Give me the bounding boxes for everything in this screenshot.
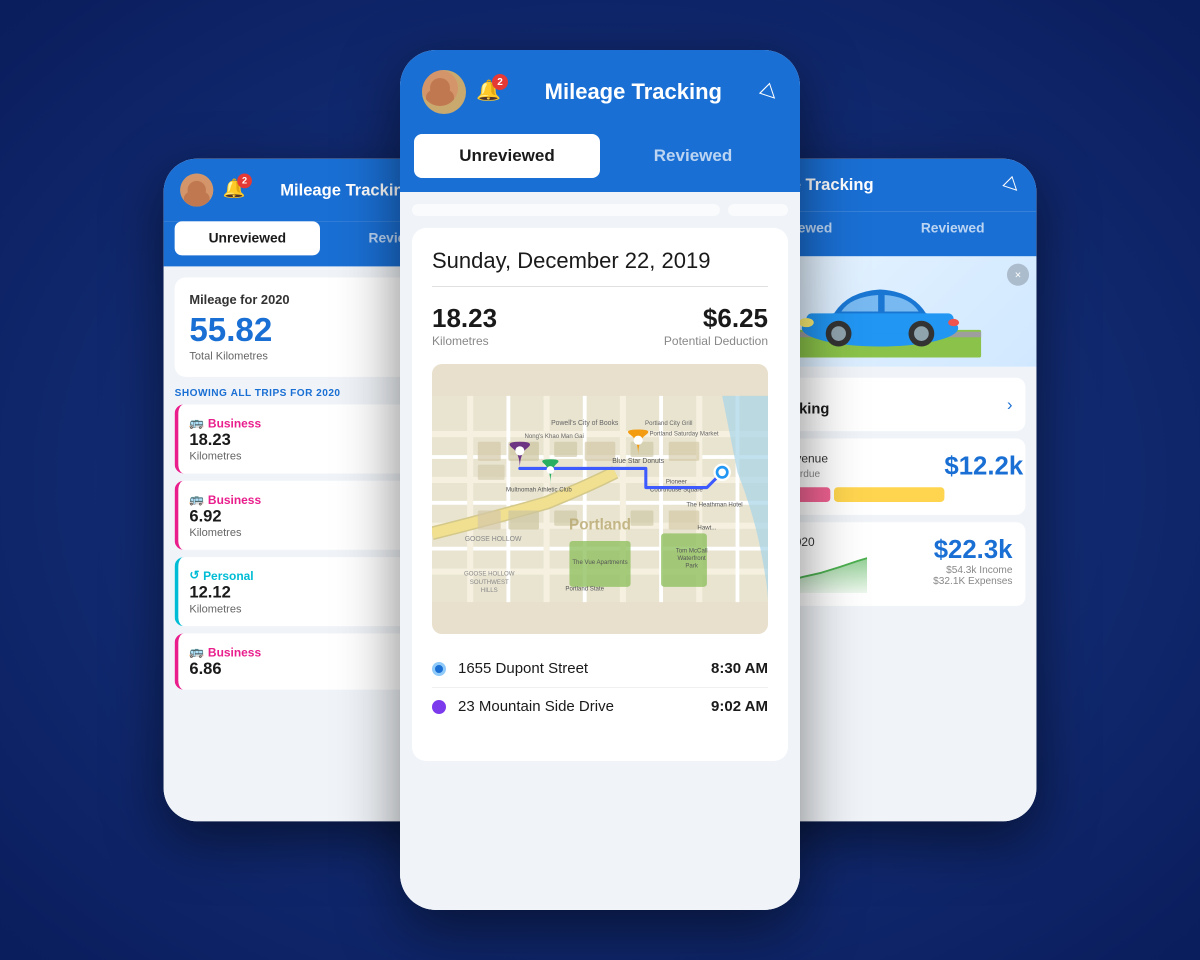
revenue-amount: $12.2k bbox=[944, 451, 1023, 480]
center-tab-bar: Unreviewed Reviewed bbox=[400, 134, 800, 192]
stat-km-value: 18.23 bbox=[432, 303, 497, 334]
svg-text:GOOSE HOLLOW: GOOSE HOLLOW bbox=[464, 570, 515, 577]
center-notification-bell[interactable]: 🔔 2 bbox=[476, 78, 504, 106]
location-to-dot bbox=[432, 700, 446, 714]
svg-text:Waterfront: Waterfront bbox=[678, 555, 707, 562]
center-phone: 🔔 2 Mileage Tracking ▷ Unreviewed Review… bbox=[400, 50, 800, 910]
location-to-address: 23 Mountain Side Drive bbox=[458, 698, 699, 715]
trip-detail-card: Sunday, December 22, 2019 18.23 Kilometr… bbox=[412, 228, 788, 761]
svg-text:The Heathman Hotel: The Heathman Hotel bbox=[686, 502, 742, 509]
scroll-hint bbox=[412, 204, 720, 216]
location-to-time: 9:02 AM bbox=[711, 698, 768, 715]
phones-container: 🔔 2 Mileage Tracking ▷ Unreviewed Revie.… bbox=[150, 50, 1050, 910]
svg-text:The Vue Apartments: The Vue Apartments bbox=[572, 559, 627, 566]
map-svg: Portland GOOSE HOLLOW GOOSE HOLLOW SOUTH… bbox=[432, 364, 768, 634]
svg-text:Portland Saturday Market: Portland Saturday Market bbox=[649, 431, 718, 438]
map-container: Portland GOOSE HOLLOW GOOSE HOLLOW SOUTH… bbox=[432, 364, 768, 634]
svg-text:Powell's City of Books: Powell's City of Books bbox=[551, 420, 619, 427]
svg-text:Hawt...: Hawt... bbox=[697, 525, 716, 532]
svg-text:Park: Park bbox=[685, 563, 698, 570]
svg-text:Nong's Khao Man Gai: Nong's Khao Man Gai bbox=[524, 433, 583, 440]
svg-text:GOOSE HOLLOW: GOOSE HOLLOW bbox=[465, 536, 522, 543]
svg-text:Pioneer: Pioneer bbox=[666, 479, 687, 486]
notification-badge: 2 bbox=[237, 174, 252, 189]
profit-expenses: $32.1K Expenses bbox=[933, 576, 1012, 587]
showing-link[interactable]: ALL TRIPS FOR 2020 bbox=[231, 388, 341, 399]
center-phone-title: Mileage Tracking bbox=[514, 79, 753, 105]
chevron-right-icon: › bbox=[1007, 395, 1013, 414]
bar-due bbox=[834, 487, 944, 502]
svg-text:Tom McCall: Tom McCall bbox=[676, 547, 708, 554]
trip-date: Sunday, December 22, 2019 bbox=[432, 248, 768, 287]
center-send-icon[interactable]: ▷ bbox=[756, 78, 785, 107]
tab-unreviewed-left[interactable]: Unreviewed bbox=[175, 221, 320, 255]
car-illustration bbox=[779, 266, 981, 358]
location-from-dot bbox=[432, 662, 446, 676]
svg-text:Blue Star Donuts: Blue Star Donuts bbox=[612, 458, 664, 465]
stat-deduction: $6.25 Potential Deduction bbox=[664, 303, 768, 348]
svg-text:SOUTHWEST: SOUTHWEST bbox=[470, 579, 509, 586]
center-phone-header: 🔔 2 Mileage Tracking ▷ bbox=[400, 50, 800, 134]
tab-reviewed-center[interactable]: Reviewed bbox=[600, 134, 786, 178]
svg-text:Multnomah Athletic Club: Multnomah Athletic Club bbox=[506, 486, 572, 493]
location-to: 23 Mountain Side Drive 9:02 AM bbox=[432, 688, 768, 725]
profit-income: $54.3k Income bbox=[933, 565, 1012, 576]
svg-text:Portland City Grill: Portland City Grill bbox=[645, 420, 692, 427]
center-notification-badge: 2 bbox=[492, 74, 508, 90]
scroll-hint-2 bbox=[728, 204, 788, 216]
svg-text:Portland State: Portland State bbox=[565, 586, 604, 593]
svg-text:HILLS: HILLS bbox=[481, 587, 498, 594]
location-from: 1655 Dupont Street 8:30 AM bbox=[432, 650, 768, 688]
center-avatar bbox=[422, 70, 466, 114]
stat-deduction-label: Potential Deduction bbox=[664, 334, 768, 348]
avatar bbox=[180, 174, 213, 207]
stat-kilometres: 18.23 Kilometres bbox=[432, 303, 497, 348]
trip-stats: 18.23 Kilometres $6.25 Potential Deducti… bbox=[432, 303, 768, 348]
tab-unreviewed-center[interactable]: Unreviewed bbox=[414, 134, 600, 178]
locations: 1655 Dupont Street 8:30 AM 23 Mountain S… bbox=[432, 650, 768, 725]
stat-deduction-value: $6.25 bbox=[664, 303, 768, 334]
close-button[interactable]: × bbox=[1007, 264, 1029, 286]
tab-reviewed-right[interactable]: Reviewed bbox=[880, 211, 1025, 245]
right-send-icon[interactable]: ▷ bbox=[1000, 172, 1026, 198]
svg-text:Portland: Portland bbox=[569, 517, 631, 534]
stat-km-label: Kilometres bbox=[432, 334, 497, 348]
notification-bell[interactable]: 🔔 2 bbox=[222, 177, 248, 203]
profit-amount: $22.3k bbox=[933, 535, 1012, 564]
location-from-time: 8:30 AM bbox=[711, 660, 768, 677]
location-from-address: 1655 Dupont Street bbox=[458, 660, 699, 677]
